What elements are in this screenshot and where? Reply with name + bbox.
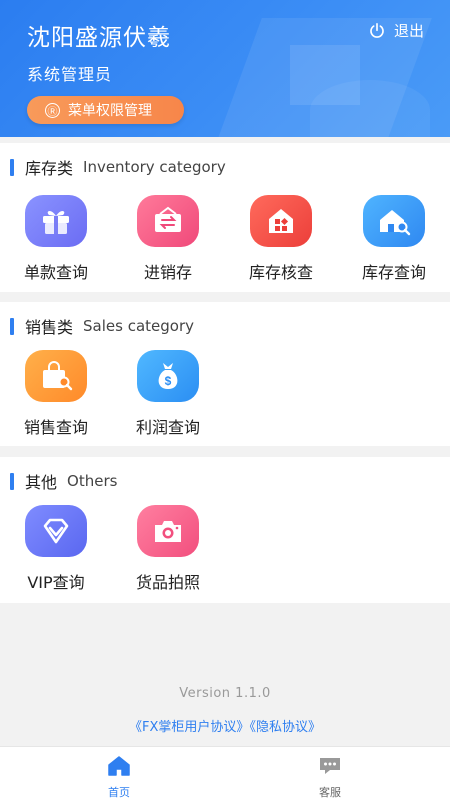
section-accent-bar bbox=[10, 317, 14, 335]
version-text: Version 1.1.0 bbox=[179, 686, 271, 701]
power-icon bbox=[370, 22, 384, 38]
menu-permission-button[interactable]: Ⓡ 菜单权限管理 bbox=[27, 96, 184, 124]
tab-customer-service-label: 客服 bbox=[319, 786, 341, 799]
section-title-en: Inventory category bbox=[83, 158, 226, 176]
logout-label: 退出 bbox=[393, 22, 424, 40]
section-accent-bar bbox=[10, 158, 14, 176]
tab-home[interactable]: 首页 bbox=[79, 755, 159, 800]
inventory-query-button[interactable]: 库存查询 bbox=[344, 195, 444, 283]
shopping-bag-search-icon bbox=[25, 350, 87, 402]
chat-icon bbox=[320, 758, 340, 774]
section-title-zh: 库存类 bbox=[25, 159, 74, 178]
company-name: 沈阳盛源伏羲 bbox=[27, 25, 171, 51]
bottom-tab-bar: 首页 客服 bbox=[0, 746, 450, 800]
single-item-query-label: 单款查询 bbox=[23, 263, 88, 282]
user-role: 系统管理员 bbox=[27, 65, 113, 84]
section-title-zh: 销售类 bbox=[25, 318, 74, 337]
inventory-check-label: 库存核查 bbox=[248, 263, 313, 282]
privacy-policy-link[interactable]: 《隐私协议》 bbox=[249, 720, 321, 735]
inventory-check-button[interactable]: 库存核查 bbox=[231, 195, 331, 283]
sales-query-label: 销售查询 bbox=[23, 418, 88, 437]
menu-permission-label: 菜单权限管理 bbox=[68, 103, 152, 119]
house-search-icon bbox=[363, 195, 425, 247]
logout-button[interactable]: 退出 bbox=[368, 20, 424, 41]
gift-icon bbox=[25, 195, 87, 247]
diamond-icon bbox=[25, 505, 87, 557]
header-banner: 沈阳盛源伏羲 系统管理员 退出 Ⓡ 菜单权限管理 bbox=[0, 0, 450, 137]
inventory-section: 库存类 Inventory category 单款查询 进销存 库存核查 库存查… bbox=[0, 143, 450, 292]
profit-query-button[interactable]: $ 利润查询 bbox=[118, 350, 218, 438]
vip-query-label: VIP查询 bbox=[27, 573, 85, 592]
section-accent-bar bbox=[10, 472, 14, 490]
section-title: 库存类 Inventory category bbox=[10, 158, 226, 178]
house-grid-icon bbox=[250, 195, 312, 247]
section-title: 销售类 Sales category bbox=[10, 317, 194, 337]
header-decoration bbox=[310, 80, 430, 137]
section-title-zh: 其他 bbox=[25, 473, 58, 492]
single-item-query-button[interactable]: 单款查询 bbox=[6, 195, 106, 283]
exchange-icon bbox=[137, 195, 199, 247]
inventory-query-label: 库存查询 bbox=[361, 263, 426, 282]
vip-query-button[interactable]: VIP查询 bbox=[6, 505, 106, 593]
tab-customer-service[interactable]: 客服 bbox=[290, 755, 370, 800]
sales-section: 销售类 Sales category 销售查询 $ 利润查询 bbox=[0, 302, 450, 446]
section-title: 其他 Others bbox=[10, 472, 118, 492]
svg-text:$: $ bbox=[165, 374, 172, 388]
section-title-en: Sales category bbox=[83, 317, 194, 335]
others-section: 其他 Others VIP查询 货品拍照 bbox=[0, 457, 450, 603]
purchase-sales-inventory-button[interactable]: 进销存 bbox=[118, 195, 218, 283]
agreement-links: 《FX掌柜用户协议》《隐私协议》 bbox=[0, 716, 450, 735]
profit-query-label: 利润查询 bbox=[135, 418, 200, 437]
user-agreement-link[interactable]: 《FX掌柜用户协议》 bbox=[129, 720, 249, 735]
sales-query-button[interactable]: 销售查询 bbox=[6, 350, 106, 438]
tab-home-label: 首页 bbox=[108, 786, 130, 799]
product-photo-label: 货品拍照 bbox=[135, 573, 200, 592]
registered-icon: Ⓡ bbox=[45, 102, 60, 118]
home-icon bbox=[108, 756, 130, 776]
product-photo-button[interactable]: 货品拍照 bbox=[118, 505, 218, 593]
money-bag-icon: $ bbox=[137, 350, 199, 402]
section-title-en: Others bbox=[67, 472, 118, 490]
camera-icon bbox=[137, 505, 199, 557]
purchase-sales-inventory-label: 进销存 bbox=[143, 263, 192, 282]
